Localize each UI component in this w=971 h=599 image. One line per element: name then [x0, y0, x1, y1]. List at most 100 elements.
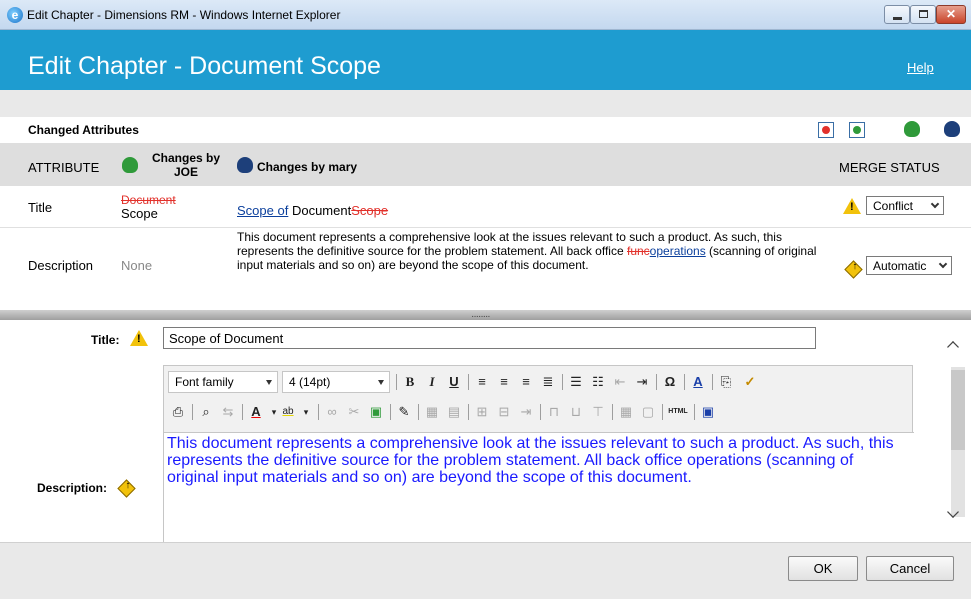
title-input[interactable] — [163, 327, 816, 349]
grid-icon[interactable]: ▦ — [616, 401, 636, 423]
joe-title-change: Document Scope — [121, 193, 176, 221]
joe-user-icon[interactable] — [904, 121, 920, 137]
frame-icon[interactable]: ▢ — [638, 401, 658, 423]
help-link[interactable]: Help — [907, 60, 934, 75]
description-editor[interactable]: This document represents a comprehensive… — [164, 432, 914, 543]
text-style-icon[interactable]: A — [688, 371, 708, 393]
find-icon[interactable]: ⌕ — [196, 401, 216, 423]
separator — [396, 374, 397, 390]
separator — [656, 374, 657, 390]
minimize-button[interactable] — [884, 5, 910, 24]
align-left-icon[interactable]: ≡ — [472, 371, 492, 393]
chevron-down-icon[interactable]: ▾ — [296, 401, 316, 423]
font-family-select[interactable]: Font family — [168, 371, 278, 393]
html-source-button[interactable]: HTML — [666, 401, 690, 423]
numbered-list-icon[interactable]: ☷ — [588, 371, 608, 393]
merge-status-select[interactable]: Conflict — [866, 196, 944, 215]
delete-row-icon[interactable]: ⊟ — [494, 401, 514, 423]
column-merge-status: MERGE STATUS — [839, 160, 940, 175]
special-char-button[interactable]: Ω — [660, 371, 680, 393]
font-family-value: Font family — [175, 375, 234, 389]
inserted-text: operations — [649, 244, 706, 258]
separator — [684, 374, 685, 390]
italic-button[interactable]: I — [422, 371, 442, 393]
window-titlebar: e Edit Chapter - Dimensions RM - Windows… — [0, 0, 971, 30]
merge-table-header: ATTRIBUTE Changes by JOE Changes by mary… — [0, 143, 971, 186]
separator — [712, 374, 713, 390]
separator — [612, 404, 613, 420]
separator — [540, 404, 541, 420]
bullet-list-icon[interactable]: ☰ — [566, 371, 586, 393]
font-color-icon[interactable]: A — [246, 401, 266, 423]
mary-user-icon[interactable] — [944, 121, 960, 137]
underline-button[interactable]: U — [444, 371, 464, 393]
column-changes-by-mary: Changes by mary — [257, 160, 358, 174]
cell-properties-icon[interactable]: ⊤ — [588, 401, 608, 423]
highlight-color-icon[interactable]: ab — [278, 401, 298, 423]
bold-button[interactable]: B — [400, 371, 420, 393]
maximize-button[interactable] — [910, 5, 936, 24]
auto-merge-icon: ↑ — [844, 260, 863, 279]
separator — [694, 404, 695, 420]
merge-cells-icon[interactable]: ⊓ — [544, 401, 564, 423]
separator — [318, 404, 319, 420]
mary-user-icon — [237, 157, 253, 173]
joe-description-change: None — [121, 258, 153, 273]
pane-splitter[interactable]: ········ — [0, 310, 971, 322]
separator — [662, 404, 663, 420]
spellcheck-icon[interactable]: ✓ — [740, 371, 760, 393]
table-icon[interactable]: ▦ — [422, 401, 442, 423]
column-changes-by-joe: Changes by JOE — [151, 151, 220, 179]
header-spacer — [0, 90, 971, 117]
rich-text-editor: Font family 4 (14pt) B I U ≡ ≡ ≡ ≣ ☰ ☷ ⇤… — [163, 365, 914, 543]
replace-icon[interactable]: ⇆ — [218, 401, 238, 423]
unlink-icon[interactable]: ✂ — [344, 401, 364, 423]
align-center-icon[interactable]: ≡ — [494, 371, 514, 393]
separator — [242, 404, 243, 420]
close-button[interactable]: ✕ — [936, 5, 966, 24]
separator — [192, 404, 193, 420]
warning-icon: ! — [843, 198, 861, 214]
description-label: Description: — [37, 481, 108, 495]
chevron-down-icon — [266, 380, 272, 385]
justify-icon[interactable]: ≣ — [538, 371, 558, 393]
inserted-text: Scope of — [237, 203, 289, 218]
deleted-text: func — [626, 244, 650, 258]
page-header: Edit Chapter - Document Scope Help — [0, 30, 971, 90]
separator — [468, 404, 469, 420]
deleted-text: Scope — [351, 203, 389, 218]
minimize-icon — [893, 17, 902, 20]
column-attribute: ATTRIBUTE — [28, 160, 100, 175]
outdent-icon[interactable]: ⇤ — [610, 371, 630, 393]
description-text: This document represents a comprehensive… — [167, 435, 894, 486]
merge-status-select[interactable]: Automatic — [866, 256, 952, 275]
link-icon[interactable]: ∞ — [322, 401, 342, 423]
align-right-icon[interactable]: ≡ — [516, 371, 536, 393]
ie-browser-icon: e — [7, 7, 23, 23]
scrollbar-thumb[interactable] — [951, 370, 965, 450]
insert-row-icon[interactable]: ⊞ — [472, 401, 492, 423]
accept-mine-icon[interactable] — [818, 122, 834, 138]
fullscreen-icon[interactable]: ▣ — [698, 401, 718, 423]
accept-theirs-icon[interactable] — [849, 122, 865, 138]
separator — [468, 374, 469, 390]
font-size-select[interactable]: 4 (14pt) — [282, 371, 390, 393]
indent-icon[interactable]: ⇥ — [632, 371, 652, 393]
separator — [562, 374, 563, 390]
insert-column-icon[interactable]: ⇥ — [516, 401, 536, 423]
split-cells-icon[interactable]: ⊔ — [566, 401, 586, 423]
table-row: Description None This document represent… — [0, 229, 971, 302]
close-icon: ✕ — [945, 7, 957, 21]
paste-icon[interactable]: ⎘ — [716, 371, 736, 393]
cancel-button[interactable]: Cancel — [866, 556, 954, 581]
joe-text: Scope — [121, 206, 158, 221]
edit-icon[interactable]: ✎ — [394, 401, 414, 423]
image-icon[interactable]: ▣ — [366, 401, 386, 423]
table-properties-icon[interactable]: ▤ — [444, 401, 464, 423]
print-icon[interactable]: ⎙ — [168, 401, 188, 423]
edit-form: Title: ! Font family 4 (14pt) B I U ≡ ≡ … — [0, 320, 971, 543]
scroll-up-icon[interactable] — [947, 341, 959, 353]
chevron-down-icon — [938, 259, 948, 269]
mary-description-change: This document represents a comprehensive… — [237, 230, 832, 272]
ok-button[interactable]: OK — [788, 556, 858, 581]
